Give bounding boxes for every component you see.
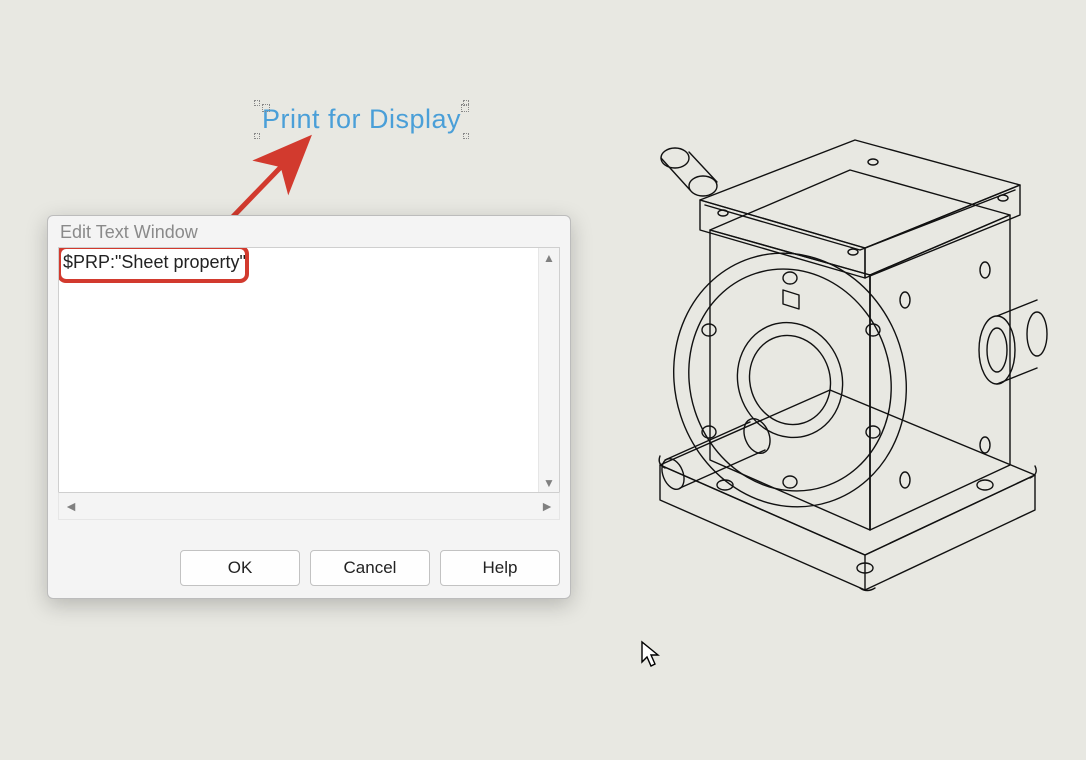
ok-button[interactable]: OK — [180, 550, 300, 586]
text-area-container: ▲ ▼ — [58, 247, 560, 494]
drawing-view-model[interactable] — [605, 30, 1065, 610]
cursor-icon — [640, 640, 662, 668]
help-button[interactable]: Help — [440, 550, 560, 586]
selection-handle[interactable] — [463, 133, 469, 139]
scroll-down-icon[interactable]: ▼ — [539, 473, 559, 493]
annotation-label: Print for Display — [262, 104, 461, 134]
edit-text-input[interactable] — [59, 248, 537, 493]
edit-text-window-dialog: Edit Text Window ▲ ▼ ◄ ► OK Cancel Help — [47, 215, 571, 599]
scroll-right-icon[interactable]: ► — [535, 493, 559, 519]
dialog-footer: OK Cancel Help — [48, 540, 570, 598]
drawing-annotation-text[interactable]: Print for Display — [262, 104, 461, 135]
selection-handle[interactable] — [463, 100, 469, 106]
selection-handle[interactable] — [254, 133, 260, 139]
dialog-title: Edit Text Window — [48, 216, 570, 247]
scroll-up-icon[interactable]: ▲ — [539, 248, 559, 268]
vertical-scrollbar[interactable]: ▲ ▼ — [538, 248, 559, 493]
horizontal-scrollbar[interactable]: ◄ ► — [58, 492, 560, 520]
cancel-button[interactable]: Cancel — [310, 550, 430, 586]
selection-handle[interactable] — [254, 100, 260, 106]
scroll-left-icon[interactable]: ◄ — [59, 493, 83, 519]
dialog-body: ▲ ▼ ◄ ► — [58, 247, 560, 540]
